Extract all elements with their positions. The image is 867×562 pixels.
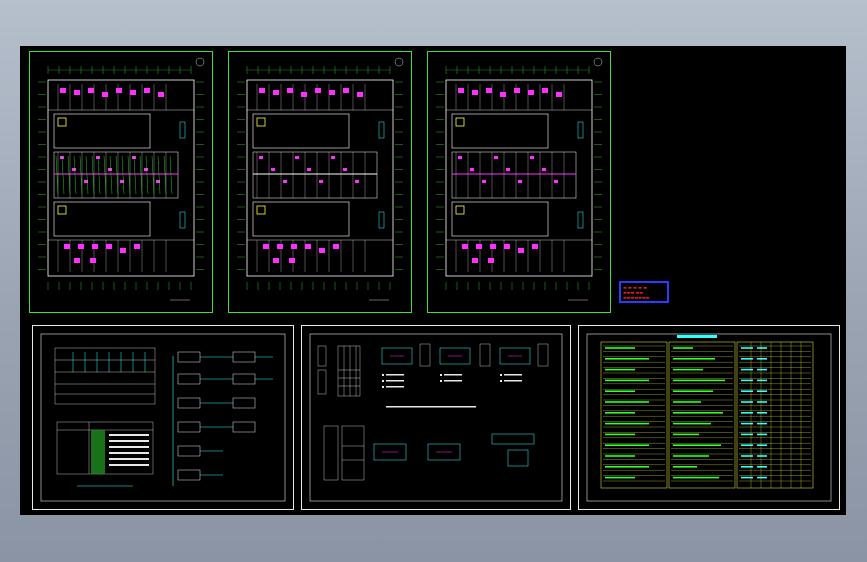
floor-plan-drawing (237, 57, 404, 301)
floor-plan-drawing (38, 57, 205, 301)
load-table (54, 347, 156, 405)
design-notes-drawing (586, 333, 832, 502)
cad-model-space[interactable]: ▬ ▬ ▬ ▬ ▬ ▬▬▬ ▬▬ ▬▬▬▬▬▬▬ (20, 46, 846, 515)
legend-box[interactable]: ▬ ▬ ▬ ▬ ▬ ▬▬▬ ▬▬ ▬▬▬▬▬▬▬ (619, 281, 669, 303)
floor-plan-sheet-3[interactable] (427, 51, 611, 313)
legend-line: ▬▬▬▬▬▬▬ (623, 295, 650, 300)
floor-plan-drawing (436, 57, 603, 301)
floor-plan-sheet-1[interactable] (29, 51, 213, 313)
design-notes-sheet[interactable] (578, 325, 840, 510)
wiring-diagrams-sheet[interactable] (301, 325, 571, 510)
system-diagram-sheet[interactable] (32, 325, 294, 510)
system-diagram-drawing (40, 333, 286, 502)
floor-plan-sheet-2[interactable] (228, 51, 412, 313)
wiring-diagrams-drawing (309, 333, 563, 502)
